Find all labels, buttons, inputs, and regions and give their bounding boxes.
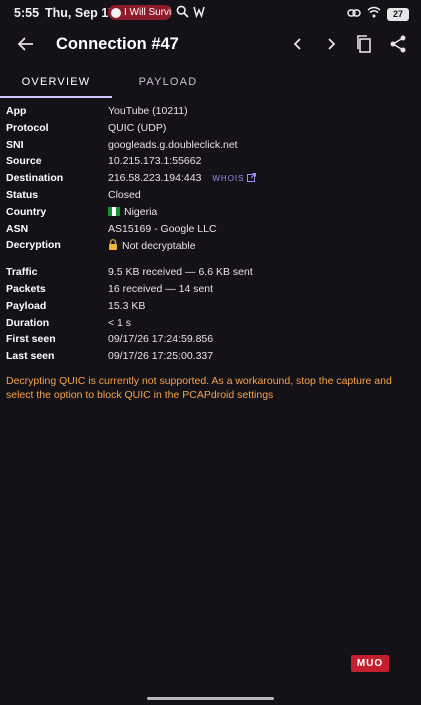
detail-value: Not decryptable bbox=[122, 240, 196, 253]
link-icon bbox=[347, 5, 361, 23]
detail-row-asn: ASN AS15169 - Google LLC bbox=[0, 222, 421, 239]
page-title: Connection #47 bbox=[56, 35, 179, 53]
tab-bar: OVERVIEW PAYLOAD bbox=[0, 68, 421, 98]
status-date: Thu, Sep 17 bbox=[45, 6, 116, 20]
notification-icon bbox=[193, 5, 205, 23]
detail-value: 16 received — 14 sent bbox=[108, 282, 214, 295]
status-bar: 5:55 Thu, Sep 17 I Will Survi 27 bbox=[0, 0, 421, 26]
detail-value-wrap: Nigeria bbox=[108, 206, 157, 218]
wifi-icon bbox=[367, 5, 381, 23]
detail-row-source: Source 10.215.173.1:55662 bbox=[0, 154, 421, 171]
tab-payload[interactable]: PAYLOAD bbox=[112, 68, 224, 96]
tab-indicator bbox=[0, 96, 112, 98]
detail-label: Status bbox=[6, 188, 39, 201]
detail-row-country: Country Nigeria bbox=[0, 205, 421, 222]
detail-row-last-seen: Last seen 09/17/26 17:25:00.337 bbox=[0, 349, 421, 366]
detail-label: SNI bbox=[6, 138, 24, 151]
detail-label: Source bbox=[6, 155, 42, 168]
detail-label: Payload bbox=[6, 299, 47, 312]
open-external-icon bbox=[247, 173, 257, 183]
detail-value-wrap: 216.58.223.194:443 WHOIS bbox=[108, 172, 257, 185]
detail-value: QUIC (UDP) bbox=[108, 121, 167, 134]
detail-value: < 1 s bbox=[108, 316, 132, 329]
copy-icon[interactable] bbox=[355, 34, 373, 59]
next-connection-icon[interactable] bbox=[322, 34, 340, 59]
detail-label: Packets bbox=[6, 282, 46, 295]
media-icon bbox=[111, 7, 121, 18]
detail-label: Destination bbox=[6, 172, 64, 185]
status-icons: 27 bbox=[347, 5, 409, 23]
lock-icon bbox=[108, 239, 118, 253]
nigeria-flag-icon bbox=[108, 206, 120, 216]
detail-label: Decryption bbox=[6, 239, 61, 252]
media-chip[interactable]: I Will Survi bbox=[108, 5, 172, 20]
detail-label: Protocol bbox=[6, 121, 49, 134]
detail-row-decryption: Decryption Not decryptable bbox=[0, 238, 421, 255]
detail-value: YouTube (10211) bbox=[108, 105, 188, 117]
app-bar: Connection #47 bbox=[0, 26, 421, 66]
status-time: 5:55 bbox=[14, 6, 40, 20]
decryption-warning: Decrypting QUIC is currently not support… bbox=[6, 375, 392, 401]
media-chip-text: I Will Survi bbox=[124, 7, 172, 18]
detail-row-first-seen: First seen 09/17/26 17:24:59.856 bbox=[0, 332, 421, 349]
detail-value: Closed bbox=[108, 188, 141, 201]
detail-value: Nigeria bbox=[124, 205, 158, 218]
detail-label: ASN bbox=[6, 222, 29, 235]
detail-value: 09/17/26 17:25:00.337 bbox=[108, 350, 214, 363]
watermark-logo: MUO bbox=[351, 655, 389, 672]
battery-icon: 27 bbox=[387, 7, 409, 21]
previous-connection-icon[interactable] bbox=[289, 34, 307, 59]
whois-link[interactable]: WHOIS bbox=[212, 173, 257, 184]
gesture-home-bar[interactable] bbox=[147, 697, 274, 700]
tab-overview[interactable]: OVERVIEW bbox=[0, 68, 112, 96]
whois-label: WHOIS bbox=[212, 174, 245, 184]
detail-value: 9.5 KB received — 6.6 KB sent bbox=[108, 266, 253, 279]
detail-row-protocol: Protocol QUIC (UDP) bbox=[0, 121, 421, 138]
detail-value: 10.215.173.1:55662 bbox=[108, 155, 202, 168]
detail-label: Country bbox=[6, 205, 47, 218]
detail-label: Last seen bbox=[6, 350, 55, 363]
detail-row-app: App YouTube (10211) bbox=[0, 104, 421, 121]
detail-row-payload: Payload 15.3 KB bbox=[0, 299, 421, 316]
detail-value: googleads.g.doubleclick.net bbox=[108, 138, 238, 151]
detail-row-destination: Destination 216.58.223.194:443 WHOIS bbox=[0, 171, 421, 188]
search-icon bbox=[176, 5, 189, 23]
detail-row-status: Status Closed bbox=[0, 188, 421, 205]
detail-value: 09/17/26 17:24:59.856 bbox=[108, 333, 214, 346]
detail-row-packets: Packets 16 received — 14 sent bbox=[0, 282, 421, 299]
detail-value: AS15169 - Google LLC bbox=[108, 222, 217, 235]
share-icon[interactable] bbox=[389, 34, 407, 59]
detail-label: First seen bbox=[6, 333, 56, 346]
connection-details: App YouTube (10211) Protocol QUIC (UDP) … bbox=[0, 104, 421, 366]
detail-value: 216.58.223.194:443 bbox=[108, 172, 202, 185]
detail-value: 15.3 KB bbox=[108, 299, 146, 312]
detail-row-duration: Duration < 1 s bbox=[0, 316, 421, 333]
detail-value-wrap: Not decryptable bbox=[108, 239, 196, 253]
detail-row-traffic: Traffic 9.5 KB received — 6.6 KB sent bbox=[0, 265, 421, 282]
detail-label: App bbox=[6, 105, 27, 117]
back-arrow-icon[interactable] bbox=[16, 34, 36, 59]
detail-row-sni: SNI googleads.g.doubleclick.net bbox=[0, 138, 421, 155]
detail-label: Duration bbox=[6, 316, 50, 329]
detail-label: Traffic bbox=[6, 266, 38, 279]
